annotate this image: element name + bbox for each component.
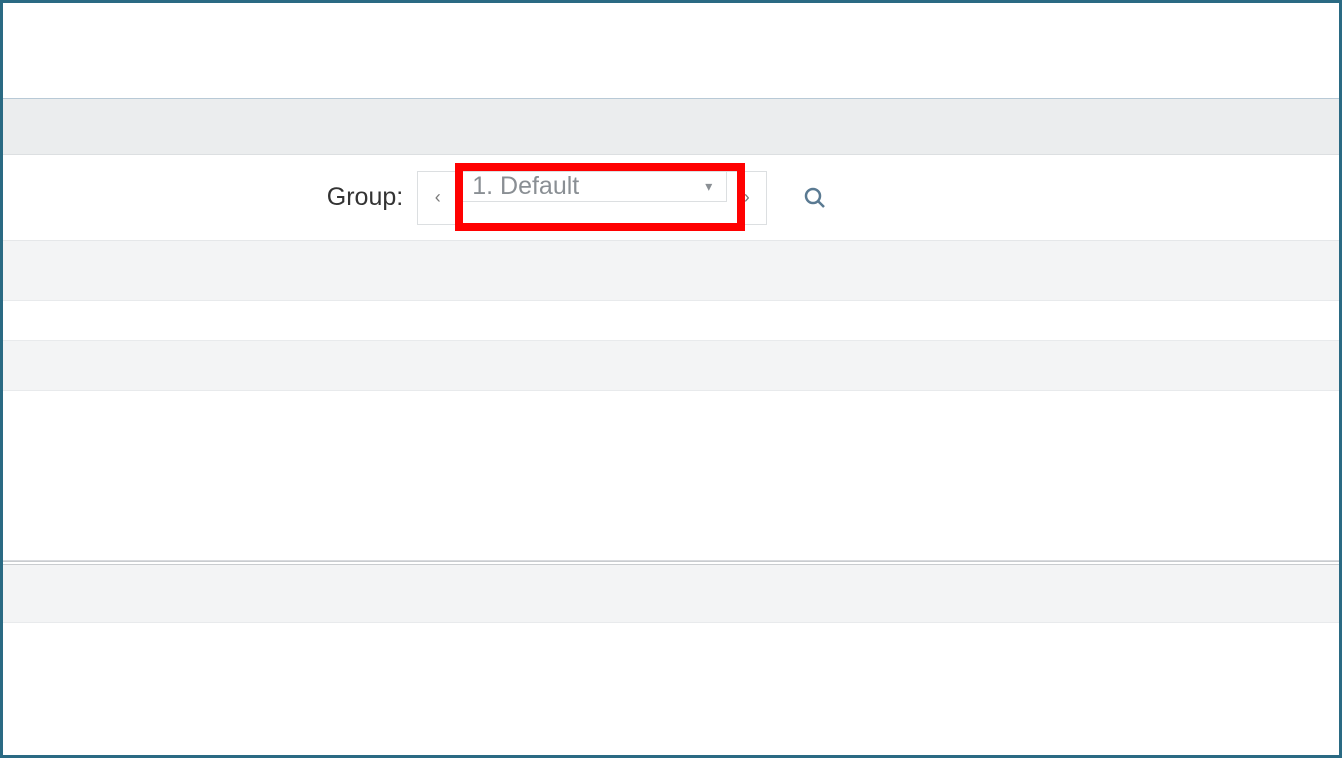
content-band-1 <box>3 241 1339 301</box>
content-main-area <box>3 391 1339 561</box>
group-next-button[interactable]: › <box>727 171 767 225</box>
group-toolbar: Group: ‹ 1. Default ▾ › <box>3 155 1339 241</box>
window-frame: Group: ‹ 1. Default ▾ › <box>0 0 1342 758</box>
chevron-down-icon: ▾ <box>705 178 712 195</box>
search-icon <box>803 186 827 210</box>
content-band-2 <box>3 341 1339 391</box>
group-dropdown[interactable]: 1. Default ▾ <box>457 171 727 202</box>
group-prev-button[interactable]: ‹ <box>417 171 457 225</box>
group-navigation: ‹ 1. Default ▾ › <box>417 171 767 225</box>
subheader-band <box>3 99 1339 155</box>
search-button[interactable] <box>795 178 835 218</box>
content-band-3 <box>3 565 1339 623</box>
chevron-left-icon: ‹ <box>435 187 441 208</box>
chevron-right-icon: › <box>744 187 750 208</box>
content-row-1 <box>3 301 1339 341</box>
group-label: Group: <box>327 183 403 212</box>
group-dropdown-value: 1. Default <box>472 172 705 201</box>
header-blank <box>3 3 1339 99</box>
